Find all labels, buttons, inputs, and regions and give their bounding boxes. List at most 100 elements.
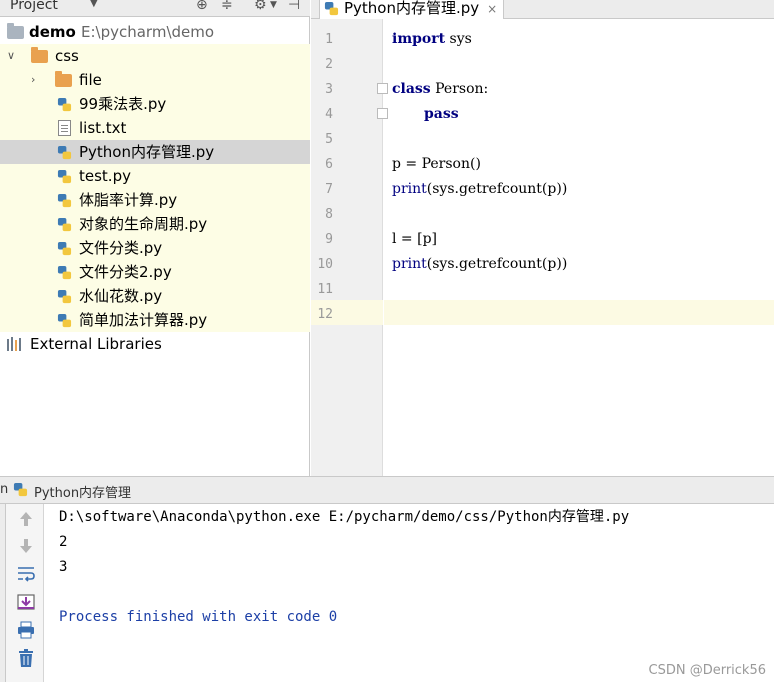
tree-item-label: test.py — [79, 167, 131, 185]
code-line-9: l = [p] — [392, 227, 437, 252]
console-line-output: 3 — [59, 559, 68, 575]
down-arrow-icon[interactable] — [16, 536, 36, 556]
tree-item-label: list.txt — [79, 119, 127, 137]
code-text: (sys.getrefcount(p)) — [426, 256, 568, 272]
run-toolbar — [6, 504, 44, 682]
code-line-7: print(sys.getrefcount(p)) — [392, 177, 567, 202]
current-line-highlight — [384, 300, 774, 325]
chevron-right-icon[interactable]: › — [31, 68, 35, 92]
project-root-name: demo — [29, 23, 76, 41]
folder-icon — [55, 71, 72, 87]
tree-item-file-2[interactable]: Python内存管理.py — [0, 140, 310, 164]
tree-item-label: 体脂率计算.py — [79, 191, 178, 209]
python-file-icon — [57, 145, 72, 160]
run-console[interactable] — [44, 504, 774, 682]
tree-item-label: 文件分类2.py — [79, 263, 172, 281]
line-number: 8 — [325, 207, 333, 222]
line-number: 9 — [325, 232, 333, 247]
tree-item-file-3[interactable]: test.py — [0, 164, 310, 188]
code-line-1: import sys — [392, 27, 472, 52]
line-number: 2 — [325, 57, 333, 72]
python-file-icon — [57, 289, 72, 304]
tree-item-file-0[interactable]: 99乘法表.py — [0, 92, 310, 116]
tree-item-file-7[interactable]: 文件分类2.py — [0, 260, 310, 284]
line-number: 3 — [325, 82, 333, 97]
builtin: print — [392, 256, 427, 272]
python-file-icon — [13, 482, 28, 497]
run-panel-header: n Python内存管理 — [0, 476, 774, 504]
scroll-to-end-icon[interactable] — [16, 592, 36, 612]
python-file-icon — [57, 241, 72, 256]
run-config-name[interactable]: Python内存管理 — [34, 482, 131, 501]
line-number: 10 — [317, 257, 333, 272]
run-tool-label[interactable]: n — [0, 482, 8, 497]
tree-item-file-4[interactable]: 体脂率计算.py — [0, 188, 310, 212]
tree-item-external-libraries[interactable]: External Libraries — [0, 332, 310, 356]
text-file-icon — [58, 120, 71, 136]
tree-item-label: 99乘法表.py — [79, 95, 167, 113]
tree-item-file-6[interactable]: 文件分类.py — [0, 236, 310, 260]
tree-item-label: Python内存管理.py — [79, 143, 215, 161]
settings-dropdown-icon[interactable]: ▼ — [270, 0, 277, 14]
chevron-down-icon[interactable]: ▼ — [90, 0, 98, 9]
collapse-icon[interactable]: ≑ — [221, 0, 233, 14]
line-number: 5 — [325, 132, 333, 147]
trash-icon[interactable] — [16, 648, 36, 668]
tree-item-file-9[interactable]: 简单加法计算器.py — [0, 308, 310, 332]
python-file-icon — [57, 217, 72, 232]
code-text: p = Person() — [392, 156, 481, 172]
tree-item-label: 文件分类.py — [79, 239, 163, 257]
python-file-icon — [57, 193, 72, 208]
tree-item-css[interactable]: ∨ css — [0, 44, 310, 68]
code-line-6: p = Person() — [392, 152, 481, 177]
project-panel: Project ▼ ⊕ ≑ ⚙ ▼ ⊣ demo E:\pycharm\demo… — [0, 0, 310, 476]
editor-tab-bar: Python内存管理.py × — [311, 0, 774, 19]
tree-item-file-5[interactable]: 对象的生命周期.py — [0, 212, 310, 236]
tree-item-label: 简单加法计算器.py — [79, 311, 208, 329]
watermark: CSDN @Derrick56 — [648, 663, 767, 678]
code-text: sys — [445, 31, 472, 47]
editor-tab-label: Python内存管理.py — [344, 0, 480, 17]
project-root-path: E:\pycharm\demo — [81, 23, 215, 41]
tree-item-file[interactable]: › file — [0, 68, 310, 92]
tree-item-file-8[interactable]: 水仙花数.py — [0, 284, 310, 308]
print-icon[interactable] — [16, 620, 36, 640]
python-file-icon — [57, 313, 72, 328]
line-number: 4 — [325, 107, 333, 122]
code-line-10: print(sys.getrefcount(p)) — [392, 252, 567, 277]
code-text: l = [p] — [392, 231, 437, 247]
tree-item-label: External Libraries — [30, 335, 162, 353]
keyword: class — [392, 81, 431, 97]
libraries-icon — [7, 337, 21, 351]
code-line-3: class Person: — [392, 77, 488, 102]
code-text: (sys.getrefcount(p)) — [426, 181, 568, 197]
keyword: pass — [424, 106, 459, 122]
hide-icon[interactable]: ⊣ — [288, 0, 300, 14]
tree-item-label: 水仙花数.py — [79, 287, 163, 305]
chevron-down-icon[interactable]: ∨ — [7, 44, 15, 68]
editor-tab-python-memory[interactable]: Python内存管理.py × — [319, 0, 505, 19]
python-file-icon — [57, 265, 72, 280]
close-icon[interactable]: × — [487, 2, 497, 16]
fold-marker-icon[interactable] — [377, 83, 388, 94]
line-number: 11 — [317, 282, 333, 297]
up-arrow-icon[interactable] — [16, 509, 36, 529]
folder-icon — [31, 47, 48, 63]
crosshair-icon[interactable]: ⊕ — [196, 0, 208, 14]
project-panel-title[interactable]: Project — [10, 0, 58, 13]
tree-item-demo[interactable]: demo E:\pycharm\demo — [0, 20, 310, 44]
fold-marker-icon[interactable] — [377, 108, 388, 119]
project-panel-header: Project ▼ ⊕ ≑ ⚙ ▼ ⊣ — [0, 0, 310, 17]
keyword: import — [392, 31, 446, 47]
tree-item-label: css — [55, 47, 79, 65]
line-number: 6 — [325, 157, 333, 172]
tree-item-file-1[interactable]: list.txt — [0, 116, 310, 140]
tree-item-label: file — [79, 71, 102, 89]
soft-wrap-icon[interactable] — [16, 564, 36, 584]
code-text: Person: — [430, 81, 489, 97]
python-file-icon — [57, 169, 72, 184]
console-line-output: 2 — [59, 534, 68, 550]
folder-icon — [7, 23, 24, 39]
code-line-4: pass — [424, 102, 459, 127]
gear-icon[interactable]: ⚙ — [254, 0, 267, 14]
